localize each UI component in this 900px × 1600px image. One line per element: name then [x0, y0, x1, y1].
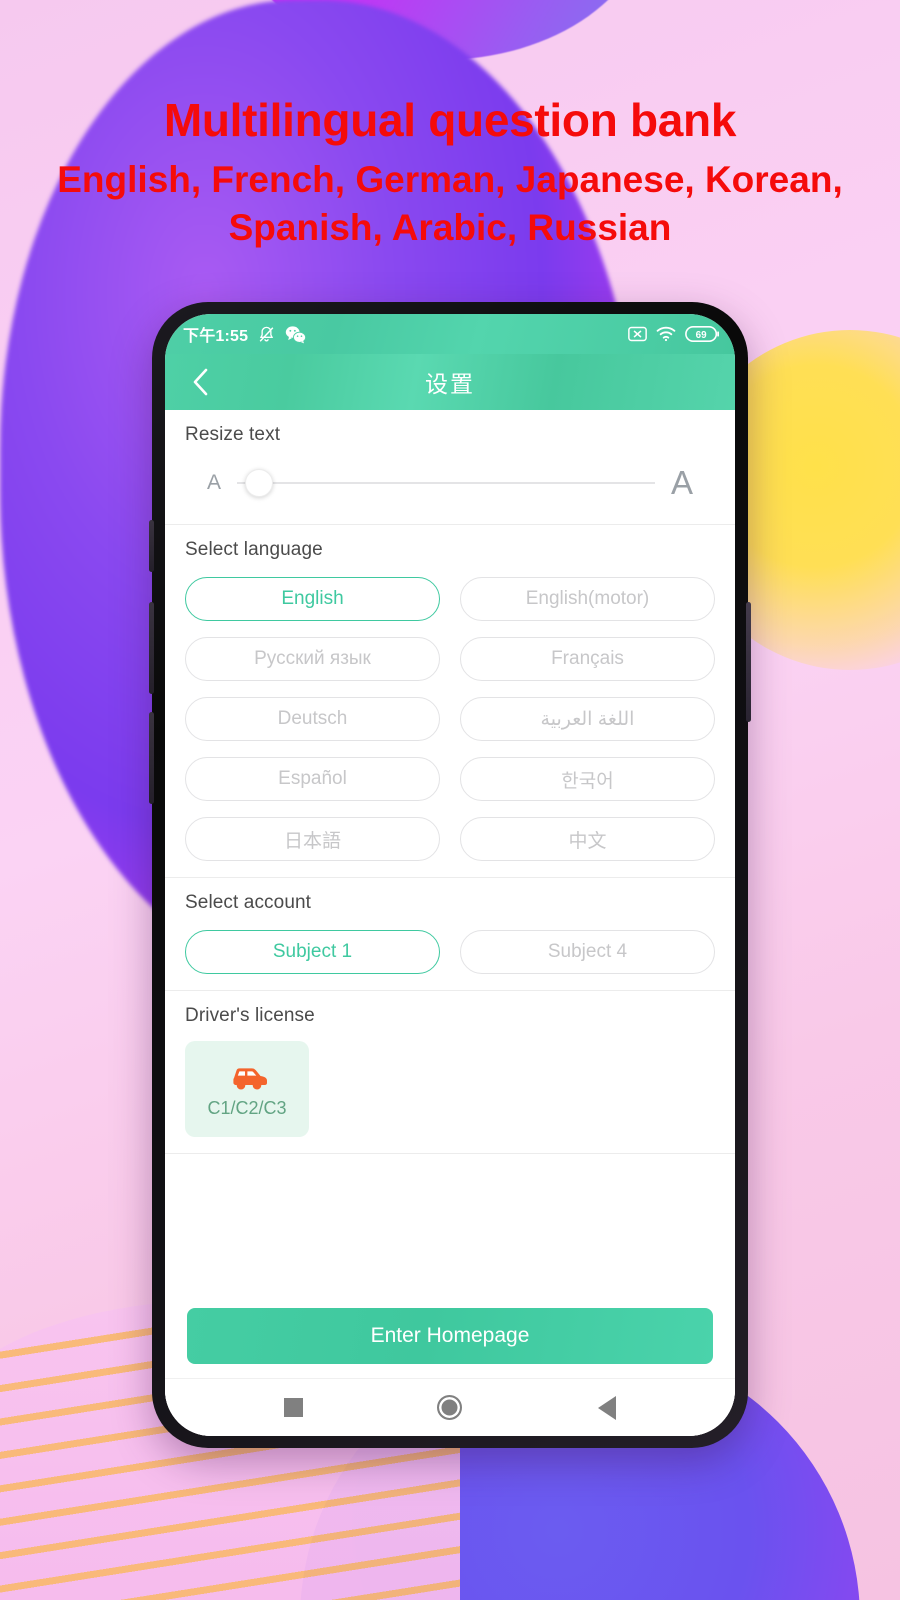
select-account-label: Select account — [185, 892, 312, 913]
resize-text-section: Resize text A A — [165, 410, 735, 525]
language-option-6[interactable]: اللغة العربية — [460, 697, 715, 741]
wechat-icon — [286, 325, 307, 343]
page-title: 设置 — [425, 371, 475, 397]
back-nav-button[interactable] — [584, 1385, 630, 1431]
chevron-left-icon — [193, 368, 208, 396]
language-option-7[interactable]: Español — [185, 757, 440, 801]
app-title-bar: 设置 — [165, 354, 735, 410]
mute-bell-icon — [259, 326, 274, 342]
language-option-5[interactable]: Deutsch — [185, 697, 440, 741]
small-a-label: A — [207, 471, 222, 494]
language-options-grid: English English(motor) Русский язык Françai… — [185, 577, 715, 861]
recents-button[interactable] — [270, 1385, 316, 1431]
settings-content: Resize text A A Select language English E… — [165, 410, 735, 1436]
font-size-slider-row: A A — [185, 446, 715, 508]
footer-area: Enter Homepage — [165, 1292, 735, 1378]
phone-screen: 下午1:55 69 设置 Resize text A A Select lang… — [165, 314, 735, 1436]
slider-thumb[interactable] — [245, 469, 274, 497]
square-icon — [283, 1398, 303, 1417]
phone-mute-button[interactable] — [149, 520, 154, 572]
phone-mockup: 下午1:55 69 设置 Resize text A A Select lang… — [149, 302, 751, 1448]
resize-text-label: Resize text — [185, 424, 281, 445]
triangle-back-icon — [597, 1395, 616, 1420]
drivers-license-section: Driver's license C1/C2/C3 — [165, 991, 735, 1154]
status-bar: 下午1:55 69 — [165, 314, 735, 354]
license-card-label: C1/C2/C3 — [207, 1097, 287, 1118]
font-size-slider[interactable] — [237, 468, 655, 498]
language-option-4[interactable]: Français — [460, 637, 715, 681]
account-option-2[interactable]: Subject 4 — [460, 930, 715, 974]
select-language-label: Select language — [185, 539, 323, 560]
battery-level-text: 69 — [696, 330, 707, 341]
sim-no-signal-icon — [628, 326, 647, 342]
account-option-1[interactable]: Subject 1 — [185, 930, 440, 974]
language-option-9[interactable]: 日本語 — [185, 817, 440, 861]
wifi-icon — [656, 326, 676, 342]
status-bar-left: 下午1:55 — [183, 322, 307, 346]
promo-subtitle: English, French, German, Japanese, Korea… — [57, 159, 843, 248]
battery-icon: 69 — [685, 326, 719, 342]
phone-volume-down-button[interactable] — [149, 712, 154, 804]
large-a-label: A — [670, 464, 693, 501]
status-bar-right: 69 — [628, 325, 719, 343]
android-navigation-bar — [165, 1378, 735, 1436]
language-option-1[interactable]: English — [185, 577, 440, 621]
select-account-section: Select account Subject 1 Subject 4 — [165, 878, 735, 991]
circle-icon — [437, 1395, 463, 1420]
language-option-10[interactable]: 中文 — [460, 817, 715, 861]
slider-track — [237, 482, 655, 484]
phone-power-button[interactable] — [746, 602, 751, 722]
promo-text-block: Multilingual question bank English, Fren… — [0, 96, 900, 251]
promo-background: Multilingual question bank English, Fren… — [0, 0, 900, 1600]
account-options-grid: Subject 1 Subject 4 — [185, 930, 715, 974]
enter-homepage-button[interactable]: Enter Homepage — [187, 1308, 713, 1364]
language-option-2[interactable]: English(motor) — [460, 577, 715, 621]
back-button[interactable] — [179, 360, 223, 404]
language-option-8[interactable]: 한국어 — [460, 757, 715, 801]
promo-title: Multilingual question bank — [163, 94, 737, 146]
status-time: 下午1:55 — [183, 328, 249, 345]
phone-volume-up-button[interactable] — [149, 602, 154, 694]
license-card-c1c2c3[interactable]: C1/C2/C3 — [185, 1041, 309, 1137]
car-icon — [233, 1067, 267, 1089]
language-option-3[interactable]: Русский язык — [185, 637, 440, 681]
drivers-license-label: Driver's license — [185, 1005, 315, 1026]
home-button[interactable] — [427, 1385, 473, 1431]
select-language-section: Select language English English(motor) Рус… — [165, 525, 735, 878]
